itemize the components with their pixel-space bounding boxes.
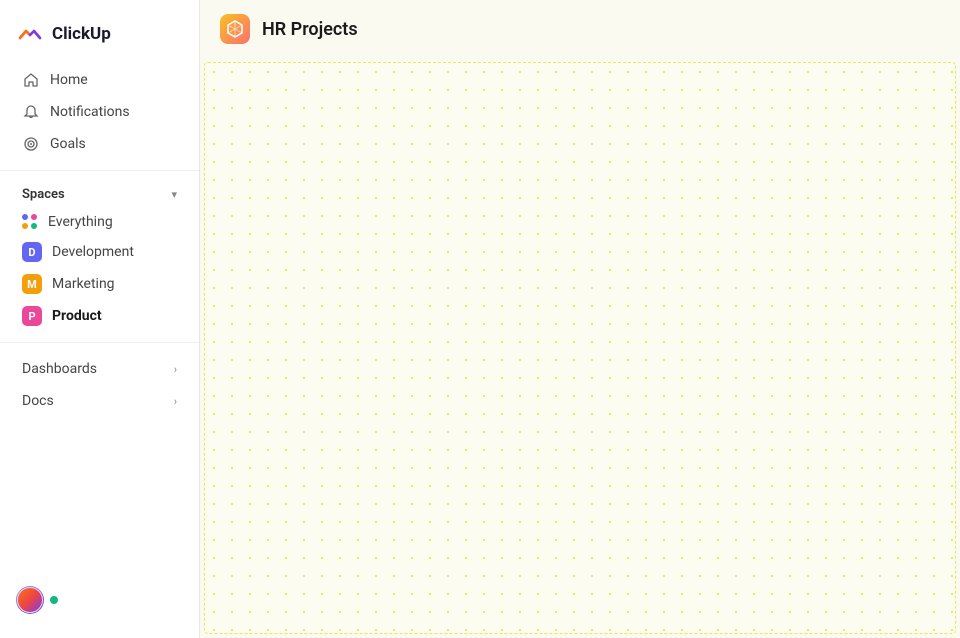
marketing-badge: M	[22, 274, 42, 294]
spaces-title: Spaces	[22, 187, 65, 202]
main-content: HR Projects	[200, 0, 960, 638]
goals-icon	[22, 135, 40, 153]
page-title: HR Projects	[262, 19, 358, 40]
logo-area: ClickUp	[0, 12, 199, 64]
space-item-marketing[interactable]: M Marketing	[6, 268, 193, 300]
nav-item-home[interactable]: Home	[6, 64, 193, 96]
page-icon	[220, 14, 250, 44]
home-icon	[22, 71, 40, 89]
nav-notifications-label: Notifications	[50, 104, 130, 120]
space-item-development[interactable]: D Development	[6, 236, 193, 268]
space-development-label: Development	[52, 244, 134, 260]
spaces-section-header[interactable]: Spaces ▾	[6, 181, 193, 208]
spaces-chevron-icon: ▾	[171, 188, 177, 201]
dot-grid-canvas[interactable]	[204, 62, 956, 634]
sidebar: ClickUp Home Notifications Goals	[0, 0, 200, 638]
logo-text: ClickUp	[52, 24, 111, 44]
development-badge: D	[22, 242, 42, 262]
space-item-product[interactable]: P Product	[6, 300, 193, 332]
nav-item-notifications[interactable]: Notifications	[6, 96, 193, 128]
dashboards-chevron-icon: ›	[174, 363, 177, 376]
avatar-background	[16, 586, 44, 614]
docs-chevron-icon: ›	[174, 395, 177, 408]
divider-2	[0, 342, 199, 343]
space-everything-label: Everything	[48, 214, 113, 230]
user-avatar-area[interactable]	[16, 586, 58, 614]
nav-home-label: Home	[50, 72, 88, 88]
space-item-everything[interactable]: Everything	[6, 208, 193, 236]
user-avatar	[17, 587, 43, 613]
expandable-docs[interactable]: Docs ›	[6, 385, 193, 417]
product-badge: P	[22, 306, 42, 326]
divider-1	[0, 170, 199, 171]
space-product-label: Product	[52, 308, 102, 324]
nav-item-goals[interactable]: Goals	[6, 128, 193, 160]
online-status-dot	[50, 596, 58, 604]
dashboards-label: Dashboards	[22, 361, 97, 377]
sidebar-footer	[0, 574, 199, 626]
expandable-dashboards[interactable]: Dashboards ›	[6, 353, 193, 385]
nav-goals-label: Goals	[50, 136, 86, 152]
clickup-logo-icon	[16, 20, 44, 48]
space-marketing-label: Marketing	[52, 276, 115, 292]
everything-dots-icon	[22, 214, 38, 230]
bell-icon	[22, 103, 40, 121]
main-header: HR Projects	[200, 0, 960, 58]
docs-label: Docs	[22, 393, 54, 409]
